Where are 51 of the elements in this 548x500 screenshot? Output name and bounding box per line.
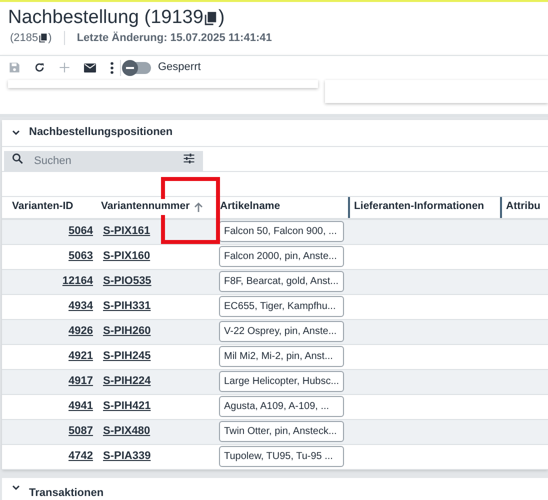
- article-name-field[interactable]: Large Helicopter, Hubsc...: [219, 371, 344, 392]
- search-field[interactable]: Suchen: [4, 150, 203, 172]
- article-name-field[interactable]: Tupolew, TU95, Tu-95 ...: [219, 446, 344, 467]
- variant-number-link[interactable]: S-PIH224: [103, 375, 151, 388]
- column-header[interactable]: Variantennummer: [101, 199, 190, 215]
- chevron-icon[interactable]: [12, 130, 20, 136]
- chevron-icon[interactable]: [12, 484, 20, 490]
- last-change-text: Letzte Änderung: 15.07.2025 11:41:41: [76, 30, 272, 46]
- variant-number-link[interactable]: S-PIH260: [103, 325, 151, 338]
- variant-id-link[interactable]: 5063: [68, 250, 93, 262]
- variant-id-link[interactable]: 5087: [68, 425, 93, 438]
- section-title[interactable]: Nachbestellungspositionen: [29, 124, 173, 141]
- variant-id-link[interactable]: 4742: [68, 450, 93, 462]
- variant-id-link[interactable]: 4941: [68, 400, 93, 412]
- article-name-field[interactable]: Twin Otter, pin, Ansteck...: [219, 421, 344, 442]
- search-icon: [12, 153, 23, 164]
- variant-id-link[interactable]: 4921: [68, 350, 93, 362]
- reference-number: (2185: [10, 31, 38, 46]
- variant-id-link[interactable]: 4934: [68, 300, 93, 312]
- lock-toggle[interactable]: [123, 62, 151, 74]
- page-title: ): [218, 6, 225, 30]
- refresh-icon[interactable]: [34, 62, 45, 73]
- variant-id-link[interactable]: 4917: [68, 375, 93, 388]
- variant-id-link[interactable]: 12164: [62, 275, 93, 288]
- variant-number-link[interactable]: S-PIX480: [103, 425, 150, 438]
- variant-number-link[interactable]: S-PIH245: [103, 350, 151, 362]
- section-title[interactable]: Transaktionen: [29, 484, 104, 500]
- article-name-field[interactable]: V-22 Osprey, pin, Anste...: [219, 321, 344, 342]
- copy-icon[interactable]: [203, 10, 218, 26]
- variant-id-link[interactable]: 5064: [68, 225, 93, 238]
- variant-number-link[interactable]: S-PIH421: [103, 400, 151, 412]
- article-name-field[interactable]: Falcon 50, Falcon 900, ...: [219, 221, 344, 242]
- toggle-label: Gesperrt: [158, 60, 201, 76]
- variant-number-link[interactable]: S-PIX161: [103, 225, 150, 238]
- variant-number-link[interactable]: S-PIH331: [103, 300, 151, 312]
- reference-number: ): [48, 31, 52, 46]
- more-icon[interactable]: [110, 62, 114, 74]
- sort-arrow-icon[interactable]: [194, 202, 203, 212]
- article-name-field[interactable]: F8F, Bearcat, gold, Anst...: [219, 271, 344, 292]
- variant-id-link[interactable]: 4926: [68, 325, 93, 338]
- article-name-field[interactable]: Agusta, A109, A-109, ...: [219, 396, 344, 417]
- article-name-field[interactable]: Falcon 2000, pin, Anste...: [219, 246, 344, 267]
- page-title: Nachbestellung (19139: [8, 6, 204, 30]
- article-name-field[interactable]: EC655, Tiger, Kampfhu...: [219, 296, 344, 317]
- variant-number-link[interactable]: S-PIX160: [103, 250, 150, 262]
- mail-icon[interactable]: [84, 62, 96, 72]
- article-name-field[interactable]: Mil Mi2, Mi-2, pin, Anst...: [219, 346, 344, 367]
- variant-number-link[interactable]: S-PIO535: [103, 275, 152, 288]
- variant-number-link[interactable]: S-PIA339: [103, 450, 151, 462]
- copy-icon[interactable]: [38, 33, 48, 44]
- filter-icon[interactable]: [183, 153, 195, 164]
